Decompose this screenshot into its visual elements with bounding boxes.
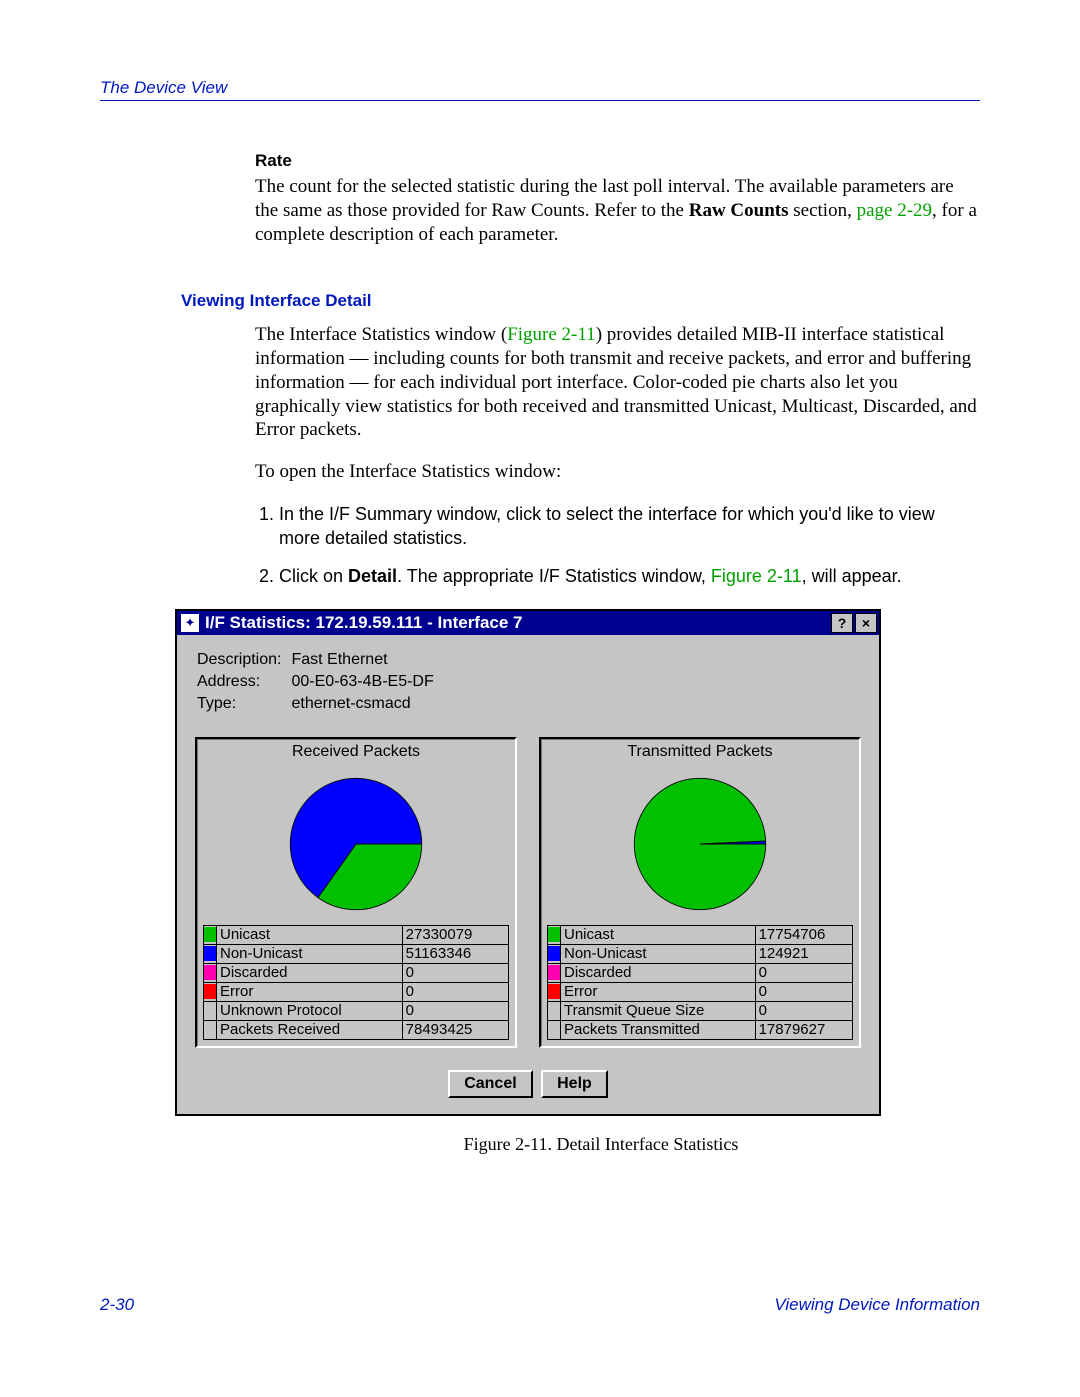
stat-value: 0 <box>402 963 508 982</box>
stat-label: Unknown Protocol <box>217 1001 403 1020</box>
stat-value: 0 <box>755 982 852 1001</box>
transmitted-table: Unicast17754706Non-Unicast124921Discarde… <box>547 925 853 1040</box>
stat-label: Transmit Queue Size <box>561 1001 756 1020</box>
dialog-title: I/F Statistics: 172.19.59.111 - Interfac… <box>205 613 829 633</box>
rate-paragraph: The count for the selected statistic dur… <box>255 175 980 246</box>
figure-caption: Figure 2-11. Detail Interface Statistics <box>250 1134 952 1155</box>
detail-word: Detail <box>348 566 397 586</box>
stat-value: 27330079 <box>402 925 508 944</box>
received-title: Received Packets <box>203 741 509 765</box>
received-table: Unicast27330079Non-Unicast51163346Discar… <box>203 925 509 1040</box>
stat-label: Discarded <box>217 963 403 982</box>
raw-counts-link: Raw Counts <box>689 200 789 221</box>
figure-ref-2[interactable]: Figure 2-11 <box>711 566 802 586</box>
stat-label: Unicast <box>561 925 756 944</box>
if-statistics-dialog: ✦ I/F Statistics: 172.19.59.111 - Interf… <box>175 609 881 1116</box>
rate-heading: Rate <box>255 151 980 171</box>
transmitted-pie <box>547 765 853 925</box>
transmitted-title: Transmitted Packets <box>547 741 853 765</box>
received-pie <box>203 765 509 925</box>
help-button[interactable]: Help <box>541 1070 608 1098</box>
stat-value: 124921 <box>755 944 852 963</box>
section-paragraph: The Interface Statistics window (Figure … <box>255 323 980 442</box>
help-icon[interactable]: ? <box>831 613 853 633</box>
stat-value: 0 <box>402 1001 508 1020</box>
page-footer: 2-30 Viewing Device Information <box>100 1295 980 1315</box>
stat-value: 0 <box>755 1001 852 1020</box>
stat-label: Discarded <box>561 963 756 982</box>
addr-value: 00-E0-63-4B-E5-DF <box>291 673 441 693</box>
stat-value: 17754706 <box>755 925 852 944</box>
transmitted-panel: Transmitted Packets Unicast17754706Non-U… <box>539 737 861 1048</box>
header-left: The Device View <box>100 78 227 98</box>
stat-label: Packets Transmitted <box>561 1020 756 1039</box>
received-panel: Received Packets Unicast27330079Non-Unic… <box>195 737 517 1048</box>
section-heading: Viewing Interface Detail <box>181 291 980 311</box>
desc-value: Fast Ethernet <box>291 651 441 671</box>
close-icon[interactable]: × <box>855 613 877 633</box>
stat-label: Error <box>561 982 756 1001</box>
app-icon: ✦ <box>181 614 199 632</box>
step-list: In the I/F Summary window, click to sele… <box>255 502 980 589</box>
type-label: Type: <box>197 695 289 715</box>
stat-value: 17879627 <box>755 1020 852 1039</box>
dialog-button-row: Cancel Help <box>195 1070 861 1098</box>
page-header: The Device View <box>100 78 980 98</box>
type-value: ethernet-csmacd <box>291 695 441 715</box>
cancel-button[interactable]: Cancel <box>448 1070 532 1098</box>
desc-label: Description: <box>197 651 289 671</box>
stat-label: Error <box>217 982 403 1001</box>
addr-label: Address: <box>197 673 289 693</box>
step-1: In the I/F Summary window, click to sele… <box>279 502 980 551</box>
step-2: Click on Detail. The appropriate I/F Sta… <box>279 564 980 588</box>
stat-label: Non-Unicast <box>561 944 756 963</box>
stat-label: Unicast <box>217 925 403 944</box>
footer-left: 2-30 <box>100 1295 134 1315</box>
header-rule <box>100 100 980 101</box>
stat-value: 51163346 <box>402 944 508 963</box>
stat-value: 0 <box>755 963 852 982</box>
page-ref-link[interactable]: page 2-29 <box>857 200 932 221</box>
interface-info: Description:Fast Ethernet Address:00-E0-… <box>195 649 444 717</box>
stat-value: 78493425 <box>402 1020 508 1039</box>
stat-value: 0 <box>402 982 508 1001</box>
footer-right: Viewing Device Information <box>774 1295 980 1315</box>
dialog-titlebar: ✦ I/F Statistics: 172.19.59.111 - Interf… <box>177 611 879 635</box>
open-instruction: To open the Interface Statistics window: <box>255 460 980 484</box>
stat-label: Non-Unicast <box>217 944 403 963</box>
stat-label: Packets Received <box>217 1020 403 1039</box>
figure-ref[interactable]: Figure 2-11 <box>507 324 595 345</box>
